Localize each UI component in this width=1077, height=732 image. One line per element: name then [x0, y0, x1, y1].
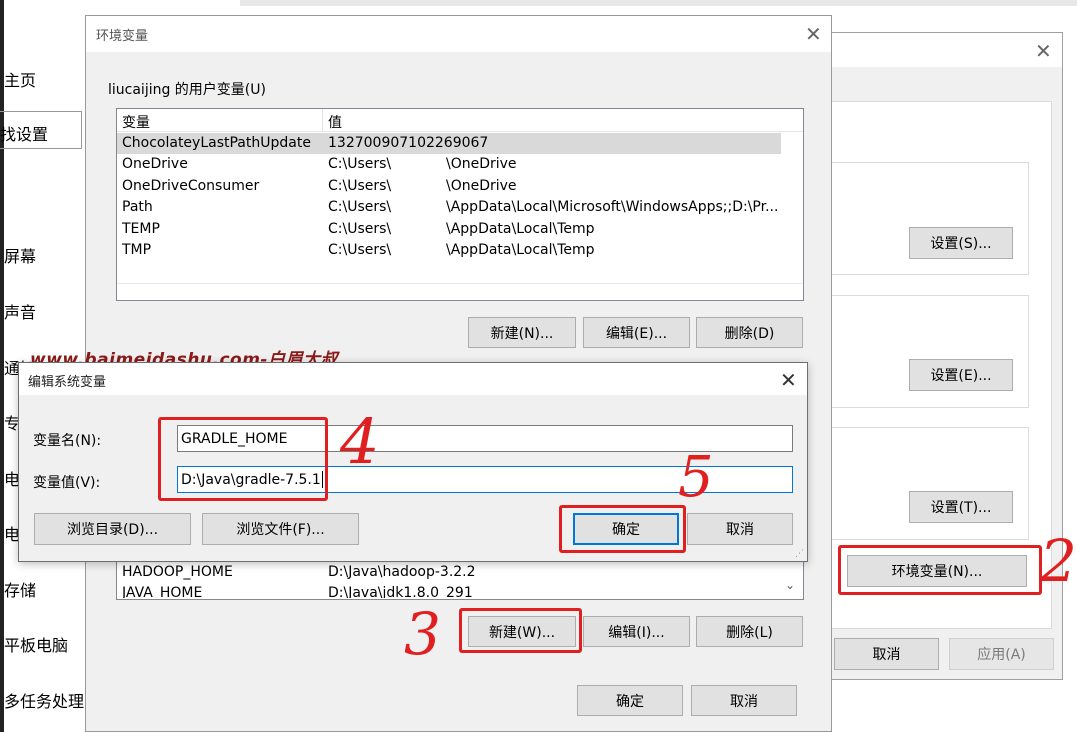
- list-bottom-divider: [117, 283, 803, 284]
- env-titlebar: [86, 16, 831, 52]
- table-row[interactable]: TEMP C:\Users\ \AppData\Local\Temp: [117, 219, 803, 240]
- variable-name-label: 变量名(N):: [33, 433, 102, 449]
- var-value: D:\Java\hadoop-3.2.2: [328, 564, 476, 580]
- var-name: OneDriveConsumer: [122, 178, 260, 194]
- list-header: 变量 值: [117, 109, 803, 132]
- sidebar-item-storage[interactable]: 存储: [4, 577, 36, 601]
- table-row[interactable]: ChocolateyLastPathUpdate 132700907102269…: [117, 133, 781, 154]
- resize-grip-icon[interactable]: ⋰: [795, 549, 804, 559]
- env-ok-button[interactable]: 确定: [577, 685, 683, 716]
- sysprops-apply-button[interactable]: 应用(A): [949, 638, 1054, 670]
- var-name: TMP: [122, 242, 152, 258]
- env-window-title: 环境变量: [96, 29, 149, 44]
- annotation-box-env-vars: [838, 545, 1042, 595]
- annotation-box-variable-fields: [158, 417, 328, 501]
- settings-t-button[interactable]: 设置(T)...: [909, 491, 1013, 523]
- settings-s-button[interactable]: 设置(S)...: [909, 227, 1013, 259]
- var-name: HADOOP_HOME: [122, 564, 233, 580]
- edit-cancel-button[interactable]: 取消: [687, 513, 793, 545]
- edit-titlebar: [19, 363, 807, 395]
- sidebar-item-multitask[interactable]: 多任务处理: [4, 688, 84, 712]
- user-new-button[interactable]: 新建(N)...: [468, 317, 576, 348]
- chevron-down-icon[interactable]: ⌄: [785, 578, 795, 592]
- var-name: ChocolateyLastPathUpdate: [122, 135, 311, 151]
- table-row[interactable]: HADOOP_HOME D:\Java\hadoop-3.2.2: [117, 562, 781, 583]
- system-vars-list[interactable]: HADOOP_HOME D:\Java\hadoop-3.2.2 JAVA_HO…: [116, 556, 804, 600]
- annotation-number-5: 5: [678, 445, 714, 510]
- top-gray-strip: [240, 0, 1077, 6]
- sysprops-titlebar: [830, 33, 1062, 67]
- var-value: C:\Users\: [328, 178, 392, 194]
- var-name: Path: [122, 199, 153, 215]
- annotation-number-3: 3: [404, 600, 441, 668]
- var-value: C:\Users\: [328, 199, 392, 215]
- column-header-value[interactable]: 值: [328, 112, 342, 132]
- sidebar-item-sound[interactable]: 声音: [4, 299, 36, 323]
- startup-group: [829, 427, 1029, 540]
- var-name: JAVA_HOME: [122, 585, 203, 598]
- sysprops-tabs-area: [830, 67, 1062, 101]
- column-header-name[interactable]: 变量: [122, 112, 150, 132]
- var-value-tail: \OneDrive: [446, 156, 517, 172]
- annotation-number-4: 4: [340, 405, 380, 478]
- sidebar-search-text: 找设置: [0, 125, 49, 144]
- table-row[interactable]: TMP C:\Users\ \AppData\Local\Temp: [117, 240, 803, 261]
- table-row[interactable]: Path C:\Users\ \AppData\Local\Microsoft\…: [117, 197, 803, 218]
- var-value: 132700907102269067: [328, 135, 489, 151]
- browse-file-button[interactable]: 浏览文件(F)...: [202, 513, 359, 545]
- sidebar-item-home[interactable]: 主页: [4, 67, 36, 91]
- var-value: D:\Java\jdk1.8.0_291: [328, 585, 473, 598]
- variable-value-label: 变量值(V):: [33, 475, 101, 491]
- var-value-tail: \AppData\Local\Microsoft\WindowsApps;;D:…: [446, 199, 779, 215]
- var-value: C:\Users\: [328, 156, 392, 172]
- system-edit-button[interactable]: 编辑(I)...: [583, 616, 690, 647]
- var-value: C:\Users\: [328, 221, 392, 237]
- settings-e-button[interactable]: 设置(E)...: [909, 359, 1013, 391]
- close-icon[interactable]: ✕: [780, 370, 797, 390]
- close-icon[interactable]: ✕: [1035, 41, 1052, 61]
- table-row[interactable]: OneDriveConsumer C:\Users\ \OneDrive: [117, 176, 803, 197]
- var-name: TEMP: [122, 221, 160, 237]
- edit-dialog-title: 编辑系统变量: [28, 375, 107, 390]
- column-divider[interactable]: [322, 109, 323, 131]
- annotation-number-2: 2: [1040, 527, 1077, 595]
- env-cancel-button[interactable]: 取消: [691, 685, 797, 716]
- annotation-box-new: [459, 608, 582, 653]
- browse-directory-button[interactable]: 浏览目录(D)...: [34, 513, 191, 545]
- sidebar-item-tablet[interactable]: 平板电脑: [4, 632, 68, 656]
- annotation-box-ok: [559, 505, 686, 553]
- close-icon[interactable]: ✕: [805, 24, 822, 44]
- table-row[interactable]: OneDrive C:\Users\ \OneDrive: [117, 154, 803, 175]
- sidebar-item-display[interactable]: 屏幕: [4, 243, 36, 267]
- sysprops-cancel-button[interactable]: 取消: [834, 638, 939, 670]
- user-vars-list[interactable]: 变量 值 ChocolateyLastPathUpdate 1327009071…: [116, 108, 804, 301]
- var-value-tail: \OneDrive: [446, 178, 517, 194]
- var-value-tail: \AppData\Local\Temp: [446, 221, 595, 237]
- var-value: C:\Users\: [328, 242, 392, 258]
- table-row[interactable]: JAVA_HOME D:\Java\jdk1.8.0_291: [117, 583, 781, 598]
- system-delete-button[interactable]: 删除(L): [696, 616, 803, 647]
- profile-group: [829, 295, 1029, 408]
- user-delete-button[interactable]: 删除(D): [696, 317, 803, 348]
- user-edit-button[interactable]: 编辑(E)...: [583, 317, 690, 348]
- var-value-tail: \AppData\Local\Temp: [446, 242, 595, 258]
- var-name: OneDrive: [122, 156, 188, 172]
